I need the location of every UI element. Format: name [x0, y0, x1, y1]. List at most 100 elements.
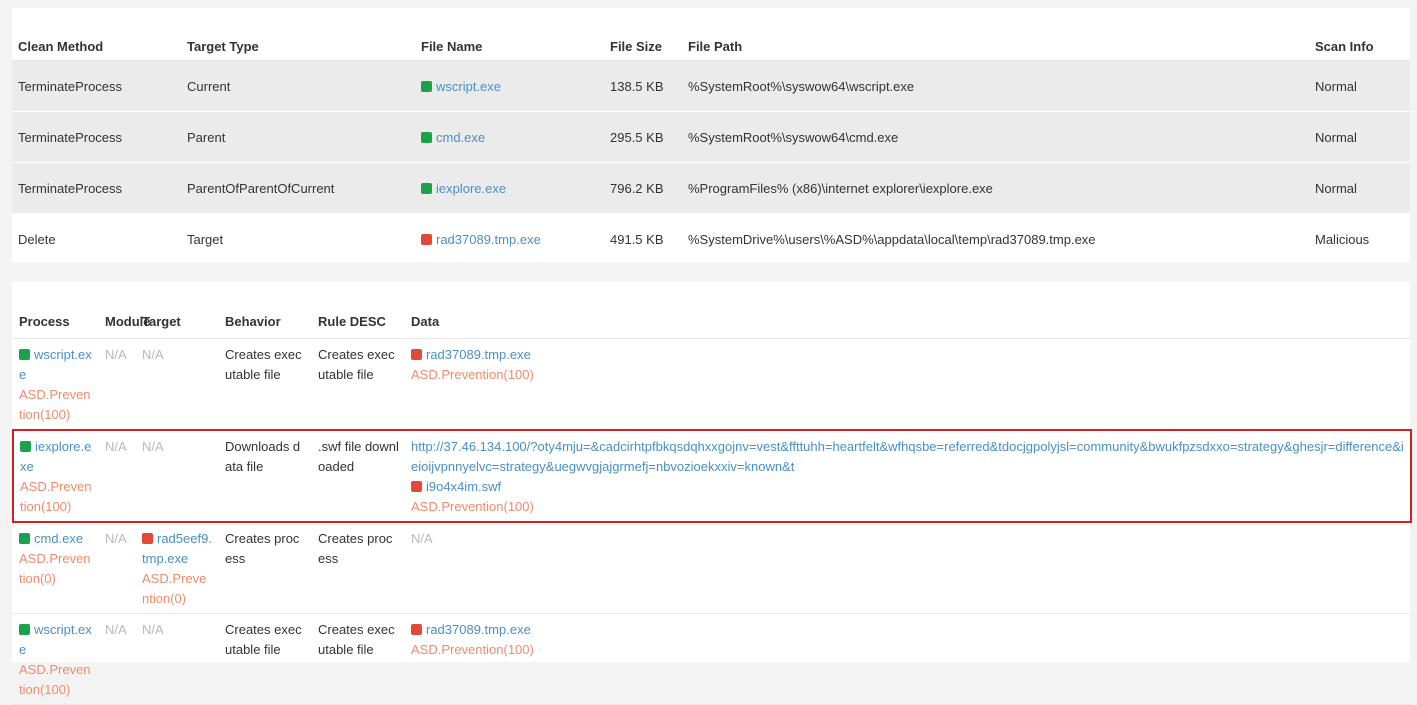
- file-size: 491.5 KB: [604, 213, 682, 264]
- behavior-table: Process Module Target Behavior Rule DESC…: [12, 282, 1412, 705]
- data-cell: rad37089.tmp.exe ASD.Prevention(100): [405, 338, 1411, 431]
- behavior-cell: Creates executable file: [219, 338, 312, 431]
- process-link[interactable]: cmd.exe: [34, 531, 83, 546]
- table-row-highlighted: iexplore.exe ASD.Prevention(100) N/A N/A…: [12, 429, 1412, 523]
- target-cell: N/A: [136, 338, 219, 431]
- scan-info: Malicious: [1309, 213, 1410, 264]
- process-cell: iexplore.exe ASD.Prevention(100): [12, 429, 99, 523]
- clean-method: TerminateProcess: [12, 162, 181, 214]
- file-path: %ProgramFiles% (x86)\internet explorer\i…: [682, 162, 1309, 214]
- data-file-link[interactable]: rad37089.tmp.exe: [426, 622, 531, 637]
- rule-desc-cell: Creates executable file: [312, 613, 405, 705]
- green-square-icon: [19, 624, 30, 635]
- file-name-cell: wscript.exe: [415, 60, 604, 112]
- process-cell: cmd.exe ASD.Prevention(0): [13, 522, 99, 614]
- process-cell: wscript.exe ASD.Prevention(100): [13, 338, 99, 431]
- data-cell: http://37.46.134.100/?oty4mju=&cadcirhtp…: [405, 429, 1412, 523]
- scan-info: Normal: [1309, 60, 1410, 112]
- data-rule: ASD.Prevention(100): [411, 367, 534, 382]
- process-rule: ASD.Prevention(100): [19, 662, 91, 697]
- clean-method: TerminateProcess: [12, 111, 181, 163]
- green-square-icon: [421, 131, 432, 143]
- col-file-name[interactable]: File Name: [415, 8, 604, 61]
- scan-info: Normal: [1309, 111, 1410, 163]
- red-square-icon: [142, 533, 153, 544]
- col-module[interactable]: Module: [99, 282, 151, 339]
- target-cell: N/A: [136, 613, 219, 705]
- rule-desc-cell: Creates process: [312, 522, 405, 614]
- module-cell: N/A: [99, 338, 136, 431]
- file-size: 138.5 KB: [604, 60, 682, 112]
- data-rule: ASD.Prevention(100): [411, 499, 534, 514]
- table-row: wscript.exe ASD.Prevention(100) N/A N/A …: [13, 613, 1411, 705]
- table-row: TerminateProcess Parent cmd.exe 295.5 KB…: [12, 111, 1410, 163]
- red-square-icon: [411, 624, 422, 635]
- green-square-icon: [19, 349, 30, 360]
- data-cell: N/A: [405, 522, 1411, 614]
- process-rule: ASD.Prevention(0): [19, 551, 91, 586]
- col-scan-info[interactable]: Scan Info: [1309, 8, 1410, 61]
- target-rule: ASD.Prevention(0): [142, 571, 207, 606]
- table-row: wscript.exe ASD.Prevention(100) N/A N/A …: [13, 338, 1411, 431]
- file-name-link[interactable]: rad37089.tmp.exe: [436, 232, 541, 247]
- file-name-cell: iexplore.exe: [415, 162, 604, 214]
- target-type: Parent: [181, 111, 415, 163]
- file-path: %SystemDrive%\users\%ASD%\appdata\local\…: [682, 213, 1309, 264]
- file-path: %SystemRoot%\syswow64\wscript.exe: [682, 60, 1309, 112]
- green-square-icon: [20, 441, 31, 452]
- process-rule: ASD.Prevention(100): [19, 387, 91, 422]
- file-name-link[interactable]: iexplore.exe: [436, 181, 506, 196]
- behavior-cell: Creates process: [219, 522, 312, 614]
- behavior-panel: Process Module Target Behavior Rule DESC…: [12, 282, 1412, 705]
- file-size: 796.2 KB: [604, 162, 682, 214]
- target-cell: N/A: [136, 429, 219, 523]
- col-file-path[interactable]: File Path: [682, 8, 1309, 61]
- target-type: Current: [181, 60, 415, 112]
- table-row: cmd.exe ASD.Prevention(0) N/A rad5eef9.t…: [13, 522, 1411, 614]
- col-module-line-1: Mod: [105, 314, 132, 329]
- col-clean-method[interactable]: Clean Method: [12, 8, 181, 61]
- red-square-icon: [421, 233, 432, 245]
- data-rule: ASD.Prevention(100): [411, 642, 534, 657]
- col-file-size[interactable]: File Size: [604, 8, 682, 61]
- col-process[interactable]: Process: [13, 282, 99, 339]
- target-cell: rad5eef9.tmp.exe ASD.Prevention(0): [136, 522, 219, 614]
- behavior-table-header: Process Module Target Behavior Rule DESC…: [13, 282, 1411, 339]
- file-path: %SystemRoot%\syswow64\cmd.exe: [682, 111, 1309, 163]
- clean-table: Clean Method Target Type File Name File …: [12, 8, 1410, 264]
- col-data[interactable]: Data: [405, 282, 1411, 339]
- col-target[interactable]: Target: [136, 282, 219, 339]
- data-file-link[interactable]: rad37089.tmp.exe: [426, 347, 531, 362]
- data-file-link[interactable]: i9o4x4im.swf: [426, 479, 501, 494]
- process-cell: wscript.exe ASD.Prevention(100): [13, 613, 99, 705]
- behavior-cell: Downloads data file: [219, 429, 312, 523]
- green-square-icon: [421, 182, 432, 194]
- table-row: Delete Target rad37089.tmp.exe 491.5 KB …: [12, 213, 1410, 264]
- target-type: Target: [181, 213, 415, 264]
- file-size: 295.5 KB: [604, 111, 682, 163]
- module-cell: N/A: [99, 613, 136, 705]
- green-square-icon: [19, 533, 30, 544]
- col-target-type[interactable]: Target Type: [181, 8, 415, 61]
- red-square-icon: [411, 481, 422, 492]
- clean-method: Delete: [12, 213, 181, 264]
- col-rule-desc[interactable]: Rule DESC: [312, 282, 405, 339]
- file-name-link[interactable]: wscript.exe: [436, 79, 501, 94]
- file-name-link[interactable]: cmd.exe: [436, 130, 485, 145]
- table-row: TerminateProcess Current wscript.exe 138…: [12, 60, 1410, 112]
- rule-desc-cell: .swf file downloaded: [312, 429, 405, 523]
- clean-table-header: Clean Method Target Type File Name File …: [12, 8, 1410, 61]
- file-name-cell: cmd.exe: [415, 111, 604, 163]
- file-name-cell: rad37089.tmp.exe: [415, 213, 604, 264]
- rule-desc-cell: Creates executable file: [312, 338, 405, 431]
- clean-method: TerminateProcess: [12, 60, 181, 112]
- red-square-icon: [411, 349, 422, 360]
- target-type: ParentOfParentOfCurrent: [181, 162, 415, 214]
- process-rule: ASD.Prevention(100): [20, 479, 92, 514]
- module-cell: N/A: [99, 522, 136, 614]
- col-behavior[interactable]: Behavior: [219, 282, 312, 339]
- clean-results-panel: Clean Method Target Type File Name File …: [12, 8, 1410, 264]
- scan-info: Normal: [1309, 162, 1410, 214]
- data-url-link[interactable]: http://37.46.134.100/?oty4mju=&cadcirhtp…: [411, 437, 1404, 477]
- data-cell: rad37089.tmp.exe ASD.Prevention(100): [405, 613, 1411, 705]
